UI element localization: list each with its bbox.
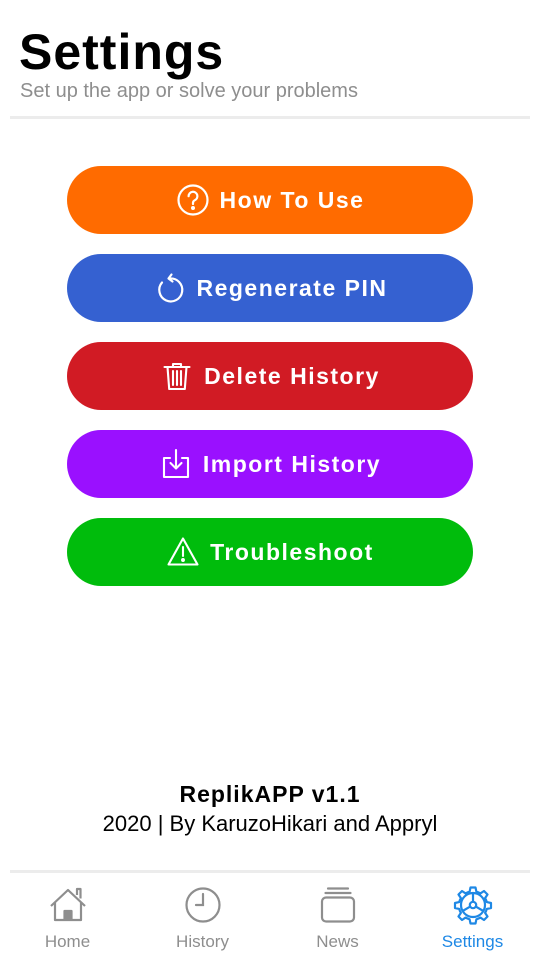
bottom-tab-bar: Home History News Settings bbox=[0, 873, 540, 960]
app-version: ReplikAPP v1.1 bbox=[179, 781, 361, 807]
how-to-use-label: How To Use bbox=[219, 186, 365, 213]
delete-history-label: Delete History bbox=[204, 362, 380, 389]
tab-history[interactable]: History bbox=[135, 873, 270, 960]
tab-home-label: Home bbox=[44, 932, 91, 951]
troubleshoot-button[interactable]: Troubleshoot bbox=[67, 518, 473, 586]
regenerate-pin-button[interactable]: Regenerate PIN bbox=[67, 254, 473, 322]
download-icon bbox=[159, 447, 193, 481]
gear-icon bbox=[453, 885, 493, 930]
home-icon bbox=[48, 885, 88, 930]
tab-history-label: History bbox=[176, 932, 229, 951]
help-circle-icon bbox=[176, 183, 210, 217]
app-credit: 2020 | By KaruzoHikari and Appryl bbox=[102, 811, 438, 836]
tab-settings[interactable]: Settings bbox=[405, 873, 540, 960]
import-history-label: Import History bbox=[202, 450, 382, 477]
tab-news[interactable]: News bbox=[270, 873, 405, 960]
page-subtitle: Set up the app or solve your problems bbox=[20, 80, 358, 102]
page-header: Settings Set up the app or solve your pr… bbox=[0, 0, 540, 120]
app-footer: ReplikAPP v1.1 2020 | By KaruzoHikari an… bbox=[0, 780, 540, 838]
page-title: Settings bbox=[19, 24, 225, 80]
trash-icon bbox=[160, 359, 194, 393]
header-divider bbox=[10, 116, 530, 119]
tab-news-label: News bbox=[316, 932, 359, 951]
news-icon bbox=[318, 885, 358, 930]
rotate-ccw-icon bbox=[152, 271, 186, 305]
tab-settings-label: Settings bbox=[441, 932, 504, 951]
regenerate-pin-label: Regenerate PIN bbox=[196, 274, 388, 301]
tab-home[interactable]: Home bbox=[0, 873, 135, 960]
warning-icon bbox=[166, 535, 200, 569]
how-to-use-button[interactable]: How To Use bbox=[67, 166, 473, 234]
troubleshoot-label: Troubleshoot bbox=[210, 538, 374, 565]
import-history-button[interactable]: Import History bbox=[67, 430, 473, 498]
settings-actions: How To Use Regenerate PIN Delete History bbox=[67, 166, 473, 606]
delete-history-button[interactable]: Delete History bbox=[67, 342, 473, 410]
clock-icon bbox=[183, 885, 223, 930]
